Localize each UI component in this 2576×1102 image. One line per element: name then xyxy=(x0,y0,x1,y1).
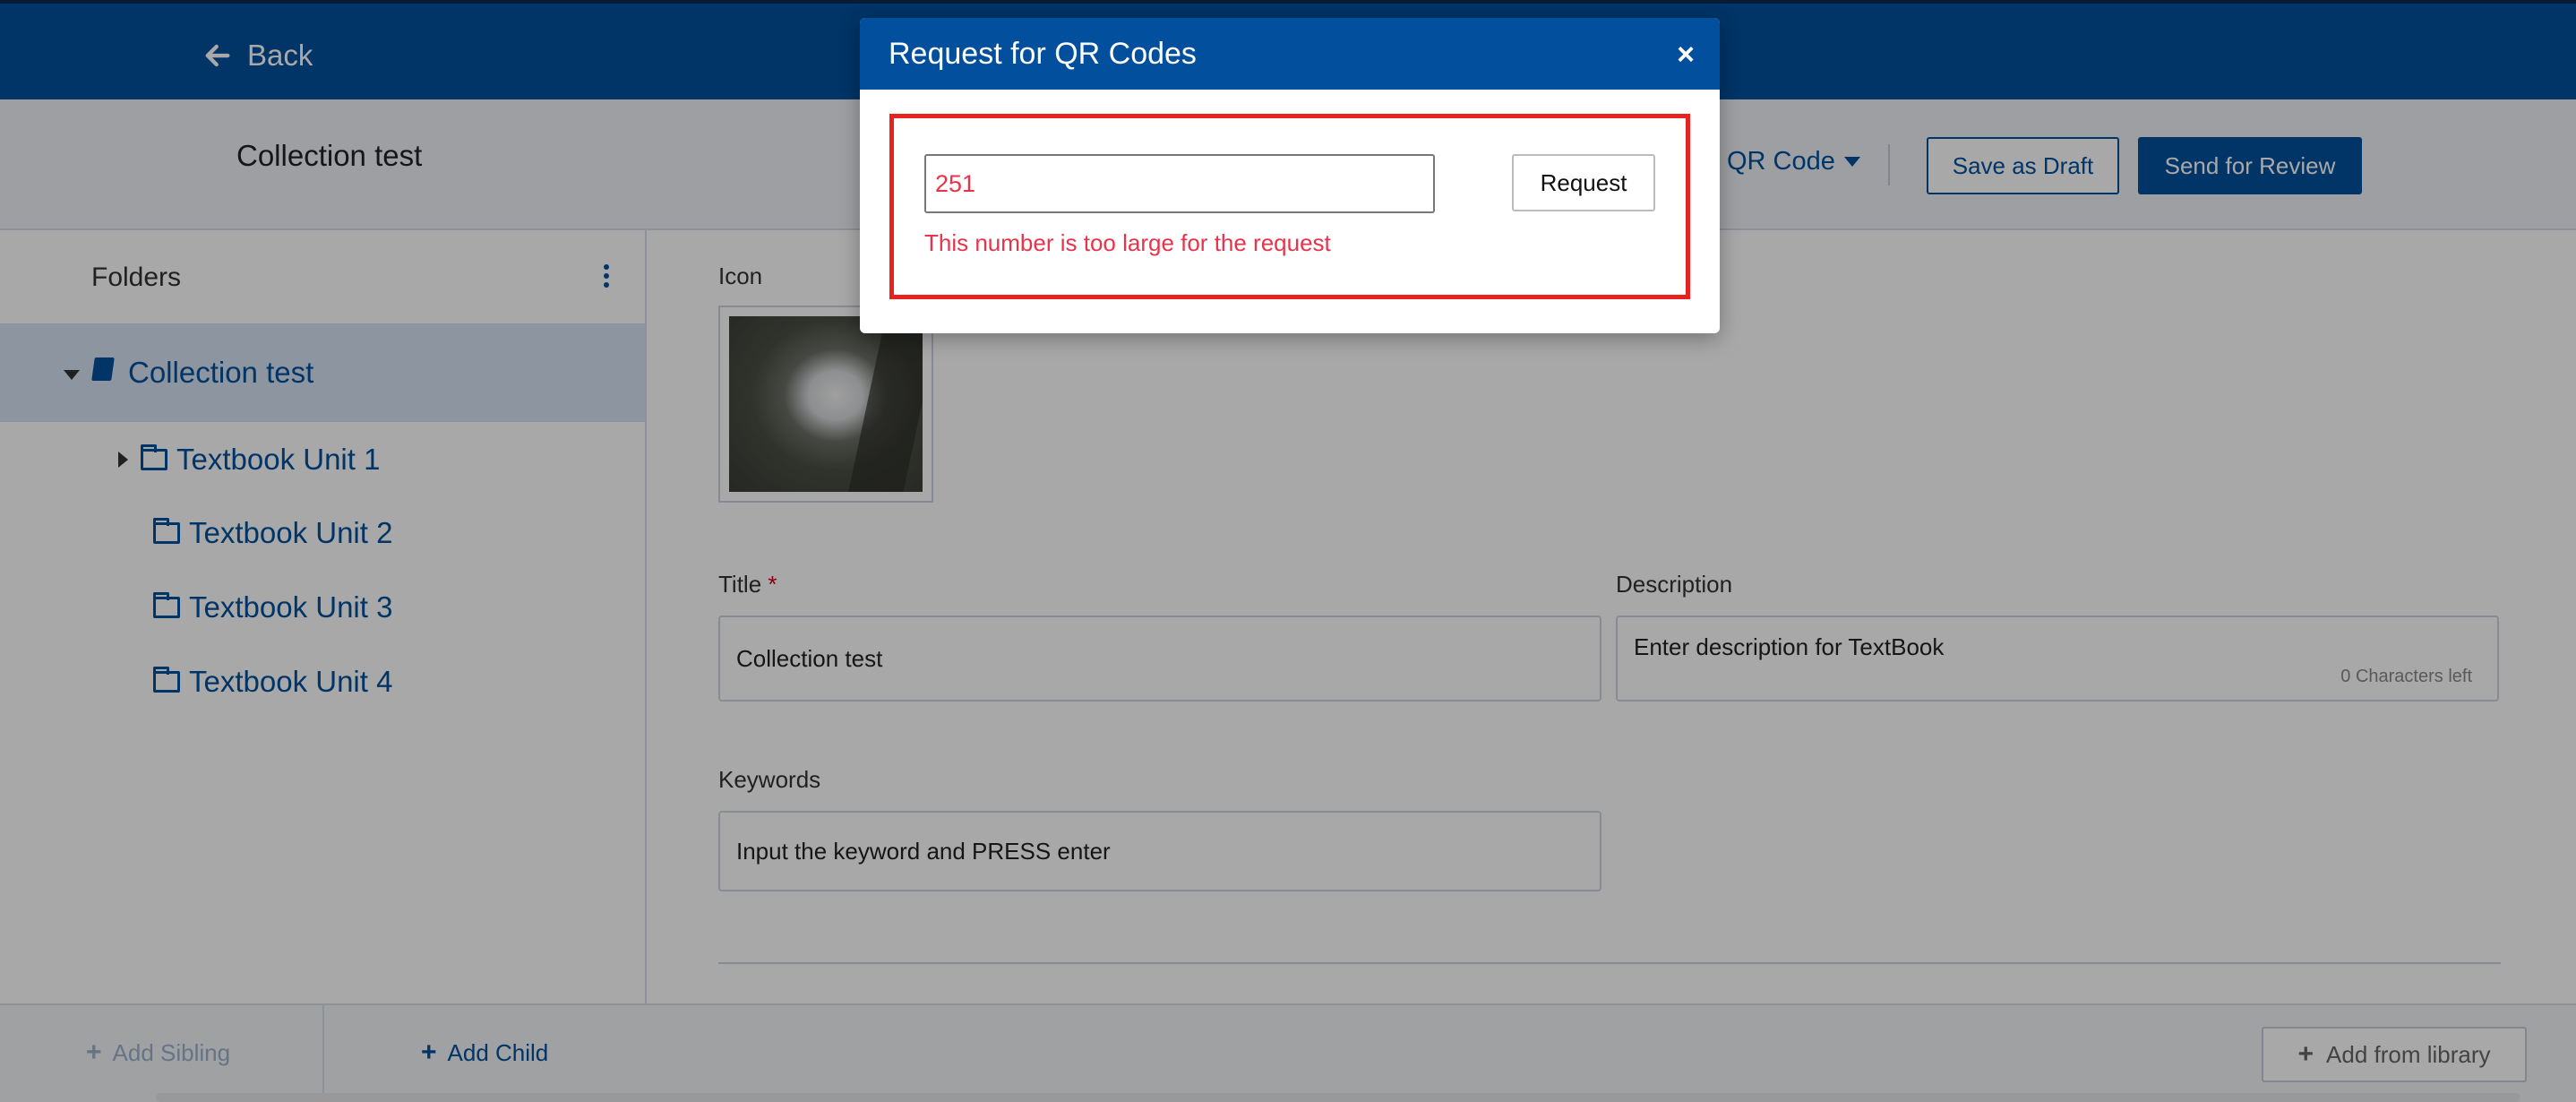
qr-request-modal: Request for QR Codes × 251 This number i… xyxy=(860,18,1720,333)
modal-title: Request for QR Codes xyxy=(889,36,1197,71)
validation-error-message: This number is too large for the request xyxy=(924,229,1331,256)
request-button[interactable]: Request xyxy=(1512,154,1655,211)
close-icon[interactable]: × xyxy=(1677,38,1695,73)
modal-header: Request for QR Codes × xyxy=(860,18,1720,90)
qr-count-input[interactable]: 251 xyxy=(924,154,1435,213)
